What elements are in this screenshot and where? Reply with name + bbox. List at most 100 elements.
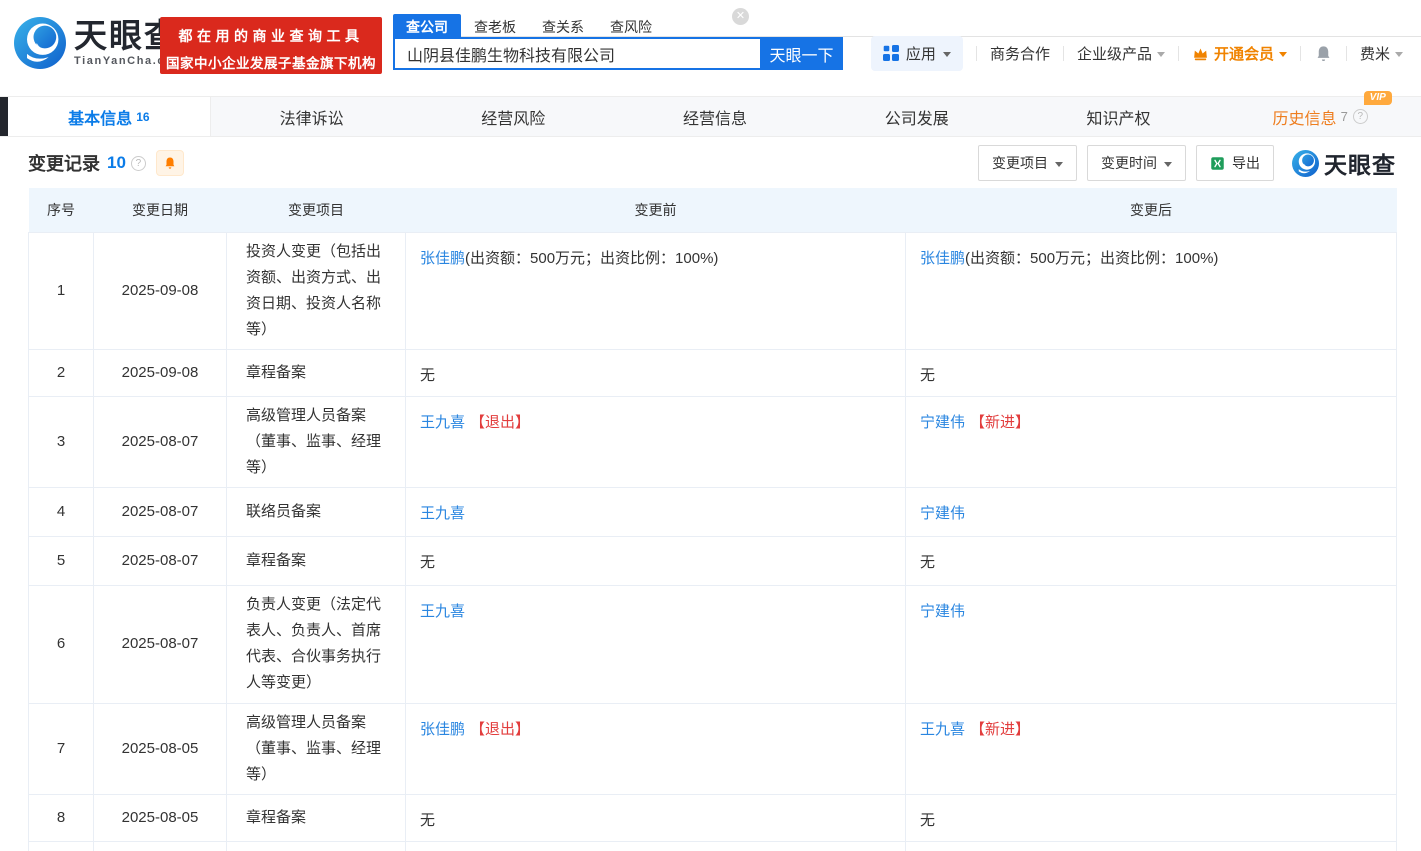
col-header-before: 变更前: [406, 188, 906, 232]
cell-text: (出资额：500万元；出资比例：100%): [465, 250, 718, 267]
search-tab-company[interactable]: 查公司: [393, 14, 461, 37]
menu-vip[interactable]: 开通会员: [1192, 43, 1287, 64]
divider: [1300, 46, 1301, 61]
cell-change-before: 王九喜: [406, 585, 906, 703]
person-link[interactable]: 王九喜: [420, 603, 465, 620]
filter-change-time-button[interactable]: 变更时间: [1087, 145, 1186, 181]
divider: [1178, 46, 1179, 61]
cell-change-date: 2025-08-05: [94, 794, 227, 841]
col-header-no: 序号: [29, 188, 94, 232]
tab-label: 经营信息: [683, 105, 747, 129]
cell-text: 无: [920, 812, 935, 829]
notification-bell-icon[interactable]: [1314, 44, 1333, 63]
apps-label: 应用: [906, 43, 936, 64]
cell-change-item: 投资人变更（包括出资额、出资方式、出资日期、投资人名称等）: [227, 232, 406, 349]
search-row: 天眼一下: [393, 37, 843, 70]
cell-change-after: 无: [906, 794, 1397, 841]
table-row: 5 2025-08-07 章程备案 无 无: [29, 536, 1397, 585]
cell-text: 无: [420, 554, 435, 571]
help-icon[interactable]: ?: [1353, 109, 1368, 124]
clear-icon[interactable]: ✕: [732, 8, 749, 25]
cell-change-item: 负责人变更（法定代表人、负责人、首席代表、合伙事务执行人等变更）: [227, 585, 406, 703]
tab-label: 公司发展: [885, 105, 949, 129]
search-button[interactable]: 天眼一下: [760, 37, 843, 70]
tab-label: 法律诉讼: [280, 105, 344, 129]
cell-serial-number: 8: [29, 794, 94, 841]
person-link[interactable]: 王九喜: [920, 721, 965, 738]
cell-serial-number: 3: [29, 396, 94, 487]
filter-change-item-button[interactable]: 变更项目: [978, 145, 1077, 181]
chevron-down-icon: [1157, 52, 1165, 57]
person-link[interactable]: 宁建伟: [920, 414, 965, 431]
tab-company-development[interactable]: 公司发展: [816, 97, 1018, 136]
cell-change-after: 王九喜【新进】: [906, 703, 1397, 794]
table-row: 8 2025-08-05 章程备案 无 无: [29, 794, 1397, 841]
person-link[interactable]: 王九喜: [420, 505, 465, 522]
person-link[interactable]: 宁建伟: [920, 505, 965, 522]
person-link[interactable]: 宁建伟: [920, 603, 965, 620]
tab-basic-info[interactable]: 基本信息 16: [8, 97, 211, 136]
bell-icon: [163, 156, 177, 170]
vip-label: 开通会员: [1214, 43, 1274, 64]
divider: [1063, 46, 1064, 61]
help-icon[interactable]: ?: [131, 156, 146, 171]
cell-change-date: 2025-08-05: [94, 841, 227, 851]
slogan-line1: 都在用的商业查询工具: [160, 26, 382, 46]
tab-history-info[interactable]: 历史信息 VIP 7 ?: [1219, 97, 1421, 136]
vip-badge: VIP: [1364, 91, 1392, 105]
person-link[interactable]: 张佳鹏: [420, 721, 465, 738]
cell-change-before: 张佳鹏: [406, 841, 906, 851]
user-menu[interactable]: 费米: [1360, 43, 1403, 64]
cell-text: 【退出】: [470, 721, 530, 738]
tab-legal[interactable]: 法律诉讼: [211, 97, 413, 136]
search-tab-boss[interactable]: 查老板: [461, 14, 529, 37]
person-link[interactable]: 张佳鹏: [920, 250, 965, 267]
tab-intellectual-property[interactable]: 知识产权: [1018, 97, 1220, 136]
tianyancha-logo-icon: [14, 17, 66, 69]
apps-grid-icon: [883, 45, 899, 61]
menu-enterprise[interactable]: 企业级产品: [1077, 43, 1165, 64]
cell-change-date: 2025-08-07: [94, 487, 227, 536]
menu-cooperation[interactable]: 商务合作: [990, 43, 1050, 64]
export-button[interactable]: 导出: [1196, 145, 1274, 181]
col-header-date: 变更日期: [94, 188, 227, 232]
search-tab-risk[interactable]: 查风险: [597, 14, 665, 37]
cell-change-before: 王九喜: [406, 487, 906, 536]
cell-serial-number: 5: [29, 536, 94, 585]
tab-business-info[interactable]: 经营信息: [614, 97, 816, 136]
subscribe-bell-button[interactable]: [156, 150, 184, 176]
excel-icon: [1210, 156, 1225, 171]
cell-serial-number: 6: [29, 585, 94, 703]
person-link[interactable]: 张佳鹏: [420, 250, 465, 267]
col-header-item: 变更项目: [227, 188, 406, 232]
chevron-down-icon: [943, 52, 951, 57]
company-nav-tabs: 基本信息 16 法律诉讼 经营风险 经营信息 公司发展 知识产权 历史信息 VI…: [0, 96, 1421, 137]
table-header-row: 序号 变更日期 变更项目 变更前 变更后: [29, 188, 1397, 232]
cell-change-before: 无: [406, 794, 906, 841]
cell-text: (出资额：500万元；出资比例：100%): [965, 250, 1218, 267]
cell-serial-number: 7: [29, 703, 94, 794]
tab-operating-risk[interactable]: 经营风险: [412, 97, 614, 136]
section-title: 变更记录: [28, 150, 100, 176]
filter-label: 变更项目: [992, 153, 1048, 173]
cell-change-date: 2025-08-07: [94, 396, 227, 487]
cell-change-date: 2025-08-07: [94, 585, 227, 703]
search-input[interactable]: [393, 37, 760, 70]
tab-count: 16: [136, 110, 149, 124]
cell-text: 【新进】: [970, 721, 1030, 738]
apps-menu[interactable]: 应用: [871, 36, 963, 71]
top-right-menu: 应用 商务合作 企业级产品 开通会员 费米: [871, 35, 1403, 71]
search-tab-relation[interactable]: 查关系: [529, 14, 597, 37]
cell-serial-number: 2: [29, 349, 94, 396]
tianyancha-watermark-icon: [1292, 150, 1319, 177]
chevron-down-icon: [1395, 52, 1403, 57]
cell-change-before: 无: [406, 349, 906, 396]
cell-change-date: 2025-08-05: [94, 703, 227, 794]
cell-change-before: 张佳鹏【退出】: [406, 703, 906, 794]
person-link[interactable]: 王九喜: [420, 414, 465, 431]
cell-change-date: 2025-09-08: [94, 349, 227, 396]
table-row: 3 2025-08-07 高级管理人员备案（董事、监事、经理等） 王九喜【退出】…: [29, 396, 1397, 487]
top-header: 天眼查 TianYanCha.com 都在用的商业查询工具 国家中小企业发展子基…: [0, 0, 1421, 96]
search-tabs: 查公司 查老板 查关系 查风险: [393, 14, 665, 37]
table-row: 1 2025-09-08 投资人变更（包括出资额、出资方式、出资日期、投资人名称…: [29, 232, 1397, 349]
